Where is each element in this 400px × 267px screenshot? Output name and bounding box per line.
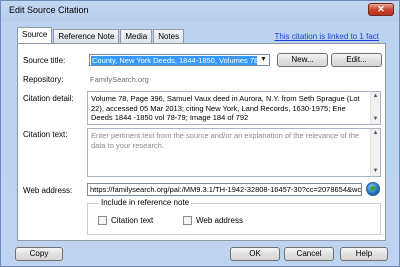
citation-detail-field[interactable]: Volume 78, Page 396, Samuel Vaux deed in… bbox=[87, 91, 381, 125]
help-button[interactable]: Help bbox=[340, 247, 388, 261]
citation-detail-value: Volume 78, Page 396, Samuel Vaux deed in… bbox=[91, 94, 360, 122]
include-group-label: Include in reference note bbox=[99, 198, 192, 207]
web-address-label: Web address: bbox=[23, 186, 73, 195]
copy-button[interactable]: Copy bbox=[15, 247, 63, 261]
tab-strip: Source Reference Note Media Notes bbox=[17, 27, 185, 43]
citation-text-scrollbar[interactable]: ▲ ▼ bbox=[370, 129, 380, 176]
tab-source[interactable]: Source bbox=[17, 27, 53, 43]
chevron-down-icon[interactable]: ▼ bbox=[258, 55, 269, 65]
edit-source-citation-dialog: Edit Source Citation ✕ Source Reference … bbox=[0, 0, 400, 267]
citation-text-placeholder: Enter pertinent text from the source and… bbox=[91, 131, 360, 150]
source-tab-panel: Source title: County, New York Deeds, 18… bbox=[17, 43, 386, 241]
citation-text-checkbox-label[interactable]: Citation text bbox=[111, 216, 153, 225]
include-in-reference-note-group: Include in reference note Citation text … bbox=[87, 198, 381, 235]
citation-detail-scrollbar[interactable]: ▲ ▼ bbox=[370, 92, 380, 124]
tab-reference-note[interactable]: Reference Note bbox=[53, 29, 120, 43]
linked-facts-link[interactable]: This citation is linked to 1 fact bbox=[275, 32, 380, 41]
scroll-down-icon[interactable]: ▼ bbox=[371, 167, 380, 176]
ok-button[interactable]: OK bbox=[230, 247, 280, 261]
scroll-down-icon[interactable]: ▼ bbox=[371, 115, 380, 124]
citation-text-label: Citation text: bbox=[23, 130, 68, 139]
close-button[interactable]: ✕ bbox=[368, 3, 394, 16]
scroll-up-icon[interactable]: ▲ bbox=[371, 129, 380, 138]
tab-media[interactable]: Media bbox=[120, 29, 153, 43]
edit-source-button[interactable]: Edit... bbox=[331, 53, 382, 67]
tab-notes[interactable]: Notes bbox=[153, 29, 185, 43]
scroll-up-icon[interactable]: ▲ bbox=[371, 92, 380, 101]
repository-value: FamilySearch.org bbox=[90, 75, 149, 84]
source-title-value: County, New York Deeds, 1844-1850, Volum… bbox=[91, 56, 257, 65]
citation-text-checkbox[interactable] bbox=[98, 216, 107, 225]
globe-icon[interactable] bbox=[366, 182, 380, 196]
window-title: Edit Source Citation bbox=[9, 5, 89, 15]
web-address-checkbox-label[interactable]: Web address bbox=[196, 216, 243, 225]
new-source-button[interactable]: New... bbox=[277, 53, 328, 67]
source-title-label: Source title: bbox=[23, 56, 66, 65]
citation-detail-label: Citation detail: bbox=[23, 94, 74, 103]
source-title-combo[interactable]: County, New York Deeds, 1844-1850, Volum… bbox=[89, 54, 270, 66]
web-address-checkbox[interactable] bbox=[183, 216, 192, 225]
citation-text-field[interactable]: Enter pertinent text from the source and… bbox=[87, 128, 381, 177]
title-bar[interactable]: Edit Source Citation ✕ bbox=[1, 1, 399, 21]
web-address-input[interactable]: https://familysearch.org/pal:/MM9.3.1/TH… bbox=[87, 183, 362, 196]
repository-label: Repository: bbox=[23, 75, 64, 84]
cancel-button[interactable]: Cancel bbox=[284, 247, 334, 261]
